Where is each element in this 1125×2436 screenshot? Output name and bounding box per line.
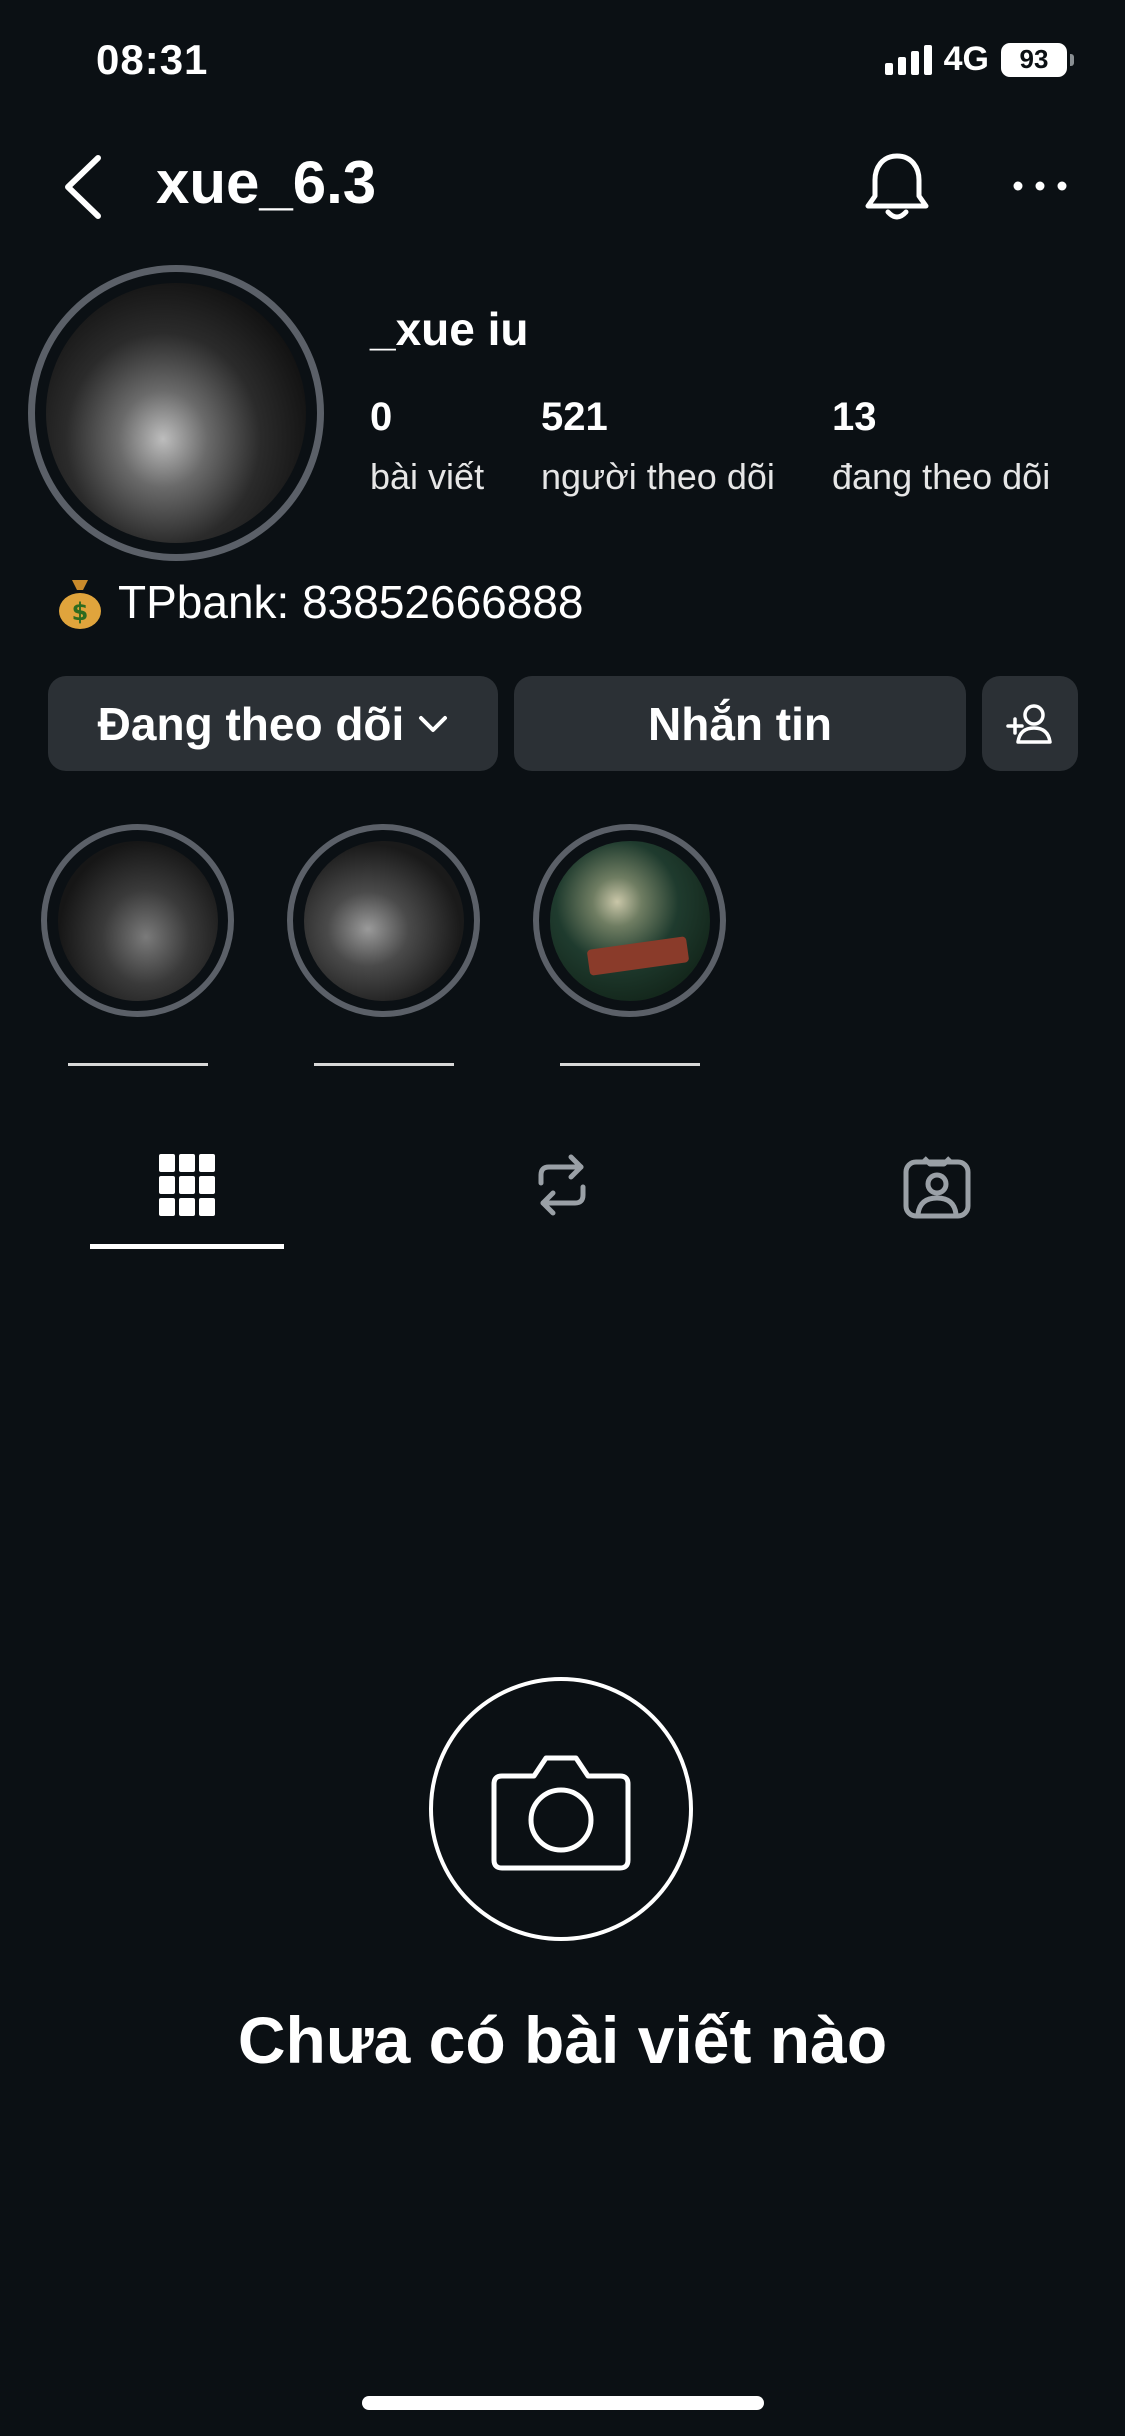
- following-label: Đang theo dõi: [97, 697, 405, 750]
- tab-tagged[interactable]: [897, 1140, 977, 1230]
- stat-label: người theo dõi: [541, 456, 775, 497]
- highlight-label: [314, 1063, 454, 1066]
- highlight-item[interactable]: [41, 824, 234, 1017]
- avatar-image: [46, 283, 306, 543]
- stat-following[interactable]: 13 đang theo dõi: [832, 395, 1050, 498]
- highlight-label: [68, 1063, 208, 1066]
- bell-icon[interactable]: [862, 150, 932, 224]
- stat-value: 521: [541, 395, 608, 439]
- suggest-people-button[interactable]: [982, 676, 1078, 771]
- highlight-image: [303, 840, 464, 1001]
- highlight-image: [549, 840, 710, 1001]
- repost-icon: [538, 1154, 586, 1216]
- status-time: 08:31: [96, 36, 209, 83]
- stat-value: 0: [370, 395, 393, 439]
- signal-icon: [884, 44, 932, 75]
- message-button[interactable]: Nhắn tin: [514, 676, 966, 771]
- highlight-item[interactable]: [287, 824, 480, 1017]
- empty-state-icon-circle: [429, 1677, 693, 1941]
- grid-icon: [159, 1154, 215, 1216]
- highlight-item[interactable]: [533, 824, 726, 1017]
- stat-value: 13: [832, 395, 877, 439]
- highlight-label: [560, 1063, 700, 1066]
- more-options-icon[interactable]: [1010, 168, 1070, 204]
- tagged-icon: [903, 1156, 971, 1219]
- back-icon[interactable]: [60, 154, 104, 220]
- profile-avatar[interactable]: [28, 265, 324, 561]
- active-tab-indicator: [90, 1244, 284, 1249]
- profile-username: xue_6.3: [156, 149, 377, 216]
- stat-label: đang theo dõi: [832, 456, 1051, 497]
- status-indicators: 4G 93: [884, 40, 1074, 79]
- bio-text: TPbank: 83852666888: [118, 576, 584, 628]
- stat-label: bài viết: [370, 456, 485, 497]
- camera-icon: [491, 1755, 631, 1871]
- profile-bio: $ TPbank: 83852666888: [56, 574, 584, 630]
- battery-level: 93: [1019, 44, 1049, 74]
- svg-text:$: $: [72, 598, 89, 626]
- add-user-icon: [1006, 703, 1052, 744]
- tab-reposts[interactable]: [522, 1140, 602, 1230]
- chevron-down-icon: [419, 715, 448, 732]
- highlight-image: [57, 840, 218, 1001]
- network-label: 4G: [943, 40, 989, 78]
- stat-followers[interactable]: 521 người theo dõi: [541, 395, 775, 498]
- message-label: Nhắn tin: [648, 697, 832, 750]
- money-bag-icon: $: [59, 580, 101, 629]
- stat-posts[interactable]: 0 bài viết: [370, 395, 484, 498]
- home-indicator[interactable]: [362, 2396, 764, 2410]
- following-button[interactable]: Đang theo dõi: [48, 676, 498, 771]
- empty-state-title: Chưa có bài viết nào: [237, 2003, 888, 2077]
- tab-grid[interactable]: [147, 1140, 227, 1230]
- display-name: _xue iu: [370, 303, 529, 355]
- battery-icon: 93: [1001, 42, 1074, 77]
